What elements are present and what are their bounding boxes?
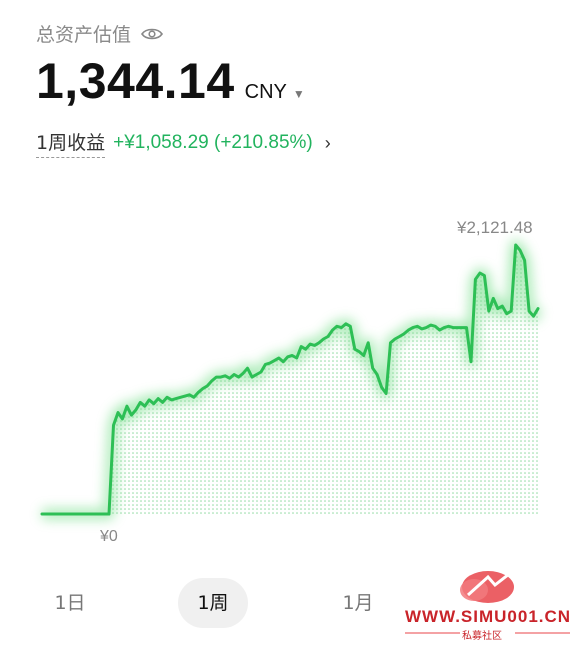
watermark-text: WWW.SIMU001.CN bbox=[405, 607, 572, 626]
balance-chart bbox=[40, 240, 543, 519]
watermark-subtext: 私募社区 bbox=[462, 631, 502, 642]
chart-min-label: ¥0 bbox=[100, 528, 118, 545]
tab-1d[interactable]: 1日 bbox=[40, 578, 100, 628]
chart-max-label: ¥2,121.48 bbox=[457, 218, 533, 237]
tab-1w[interactable]: 1周 bbox=[178, 578, 248, 628]
tab-1m[interactable]: 1月 bbox=[328, 578, 388, 628]
period-tabs: 1日 1周 1月 bbox=[0, 578, 420, 628]
watermark-logo: WWW.SIMU001.CN 私募社区 bbox=[400, 565, 575, 642]
